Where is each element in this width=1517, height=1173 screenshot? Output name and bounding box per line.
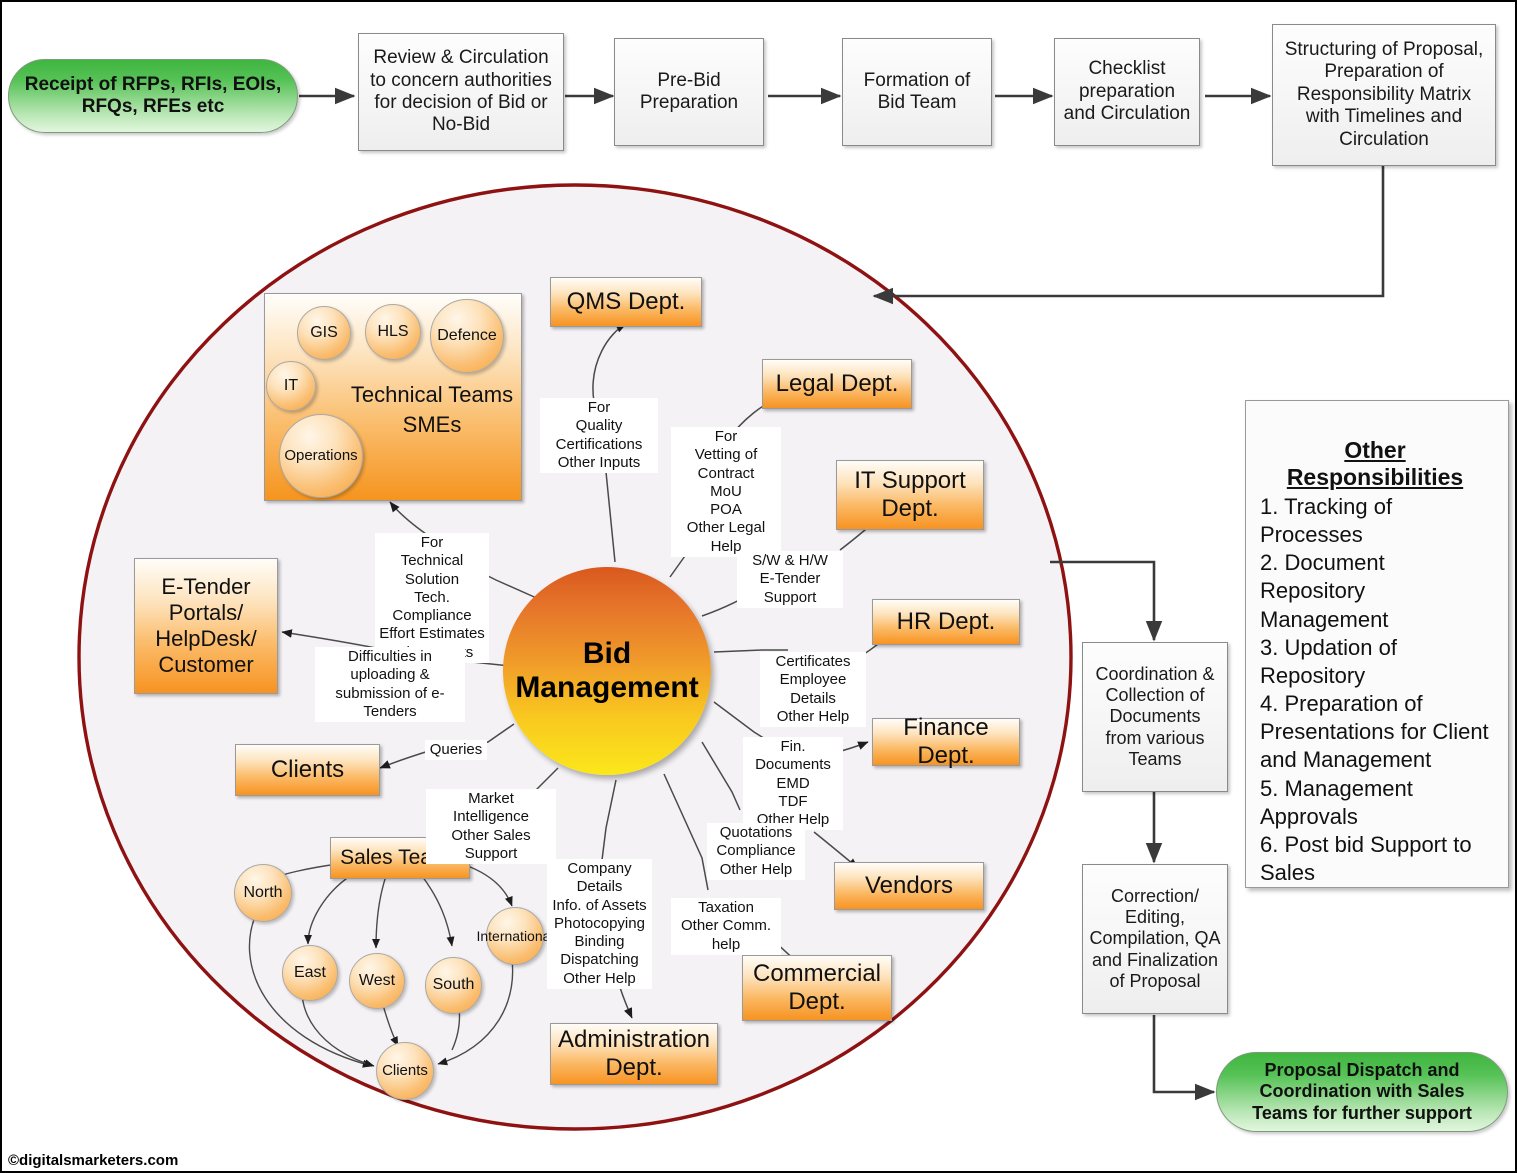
tech-teams-title-line2: SMEs <box>402 411 462 437</box>
flow-node-structuring[interactable]: Structuring of Proposal, Preparation of … <box>1272 24 1496 166</box>
sales-region-north[interactable]: North <box>234 864 292 922</box>
flow-node-coordination[interactable]: Coordination & Collection of Documents f… <box>1082 642 1228 792</box>
flow-node-correction[interactable]: Correction/ Editing, Compilation, QA and… <box>1082 864 1228 1014</box>
dept-box-hr[interactable]: HR Dept. <box>872 599 1020 645</box>
other-responsibilities-panel: Other Responsibilities 1. Tracking of Pr… <box>1245 400 1509 888</box>
responsibility-item: 6. Post bid Support to Sales <box>1260 831 1472 886</box>
edge-label-itsupport: S/W & H/W E-Tender Support <box>737 551 843 608</box>
edge-label-vendors: Quotations Compliance Other Help <box>707 823 805 880</box>
responsibilities-title: Other Responsibilities <box>1286 437 1464 490</box>
edge-label-finance: Fin. Documents EMD TDF Other Help <box>743 737 843 831</box>
dept-box-etender[interactable]: E-Tender Portals/ HelpDesk/ Customer <box>134 558 278 694</box>
flow-node-prebid[interactable]: Pre-Bid Preparation <box>614 38 764 146</box>
dept-box-finance[interactable]: Finance Dept. <box>872 714 1020 769</box>
dept-box-vendors[interactable]: Vendors <box>834 862 984 910</box>
technical-teams-title: Technical Teams SMEs <box>332 380 532 439</box>
tech-teams-title-line1: Technical Teams <box>350 382 514 407</box>
sales-region-international[interactable]: International <box>476 907 554 965</box>
flow-node-bidteam[interactable]: Formation of Bid Team <box>842 38 992 146</box>
edge-label-salesteams: Market Intelligence Other Sales Support <box>426 789 556 865</box>
tech-bubble-gis[interactable]: GIS <box>297 306 351 360</box>
edge-label-tech-teams: For Technical Solution Tech. Compliance … <box>375 533 489 664</box>
watermark: ©digitalsmarketers.com <box>8 1152 179 1169</box>
dept-box-itsupport[interactable]: IT Support Dept. <box>836 460 984 530</box>
edge-label-clients: Queries <box>425 740 487 761</box>
dept-box-clients[interactable]: Clients <box>235 744 380 796</box>
sales-region-west[interactable]: West <box>349 953 405 1009</box>
flow-node-receipt[interactable]: Receipt of RFPs, RFIs, EOIs, RFQs, RFEs … <box>8 59 298 133</box>
dept-box-legal[interactable]: Legal Dept. <box>762 359 912 409</box>
edge-label-commercial: Taxation Other Comm. help <box>671 898 781 955</box>
responsibilities-list: 1. Tracking of Processes 2. Document Rep… <box>1260 493 1490 887</box>
bid-management-hub[interactable]: Bid Management <box>503 567 711 775</box>
responsibility-item: 3. Updation of Repository <box>1260 634 1397 688</box>
edge-label-legal: For Vetting of Contract MoU POA Other Le… <box>671 427 781 558</box>
sales-region-east[interactable]: East <box>282 945 338 1001</box>
flow-node-review[interactable]: Review & Circulation to concern authorit… <box>358 33 564 151</box>
edge-label-etender: Difficulties in uploading & submission o… <box>315 647 465 723</box>
tech-bubble-operations[interactable]: Operations <box>279 414 363 498</box>
tech-bubble-defence[interactable]: Defence <box>430 299 504 373</box>
responsibility-item: 4. Preparation of Presentations for Clie… <box>1260 691 1489 773</box>
responsibility-item: 1. Tracking of Processes <box>1260 494 1393 548</box>
dept-box-qms[interactable]: QMS Dept. <box>550 277 702 327</box>
flow-node-dispatch[interactable]: Proposal Dispatch and Coordination with … <box>1216 1052 1508 1132</box>
flow-node-checklist[interactable]: Checklist preparation and Circulation <box>1054 38 1200 146</box>
diagram-canvas: Receipt of RFPs, RFIs, EOIs, RFQs, RFEs … <box>0 0 1517 1173</box>
responsibility-item: 5. Management Approvals <box>1260 775 1413 829</box>
edge-label-qms: For Quality Certifications Other Inputs <box>540 398 658 474</box>
dept-box-administration[interactable]: Administration Dept. <box>550 1023 718 1085</box>
sales-region-south[interactable]: South <box>425 957 482 1014</box>
edge-label-administration: Company Details Info. of Assets Photocop… <box>547 859 652 990</box>
hub-label: Bid Management <box>515 637 699 704</box>
dept-box-commercial[interactable]: Commercial Dept. <box>742 955 892 1021</box>
edge-label-hr: Certificates Employee Details Other Help <box>760 652 866 728</box>
sales-region-clients[interactable]: Clients <box>376 1042 434 1100</box>
tech-bubble-hls[interactable]: HLS <box>365 304 421 360</box>
responsibility-item: 2. Document Repository Management <box>1260 550 1389 632</box>
tech-bubble-it[interactable]: IT <box>266 361 316 411</box>
